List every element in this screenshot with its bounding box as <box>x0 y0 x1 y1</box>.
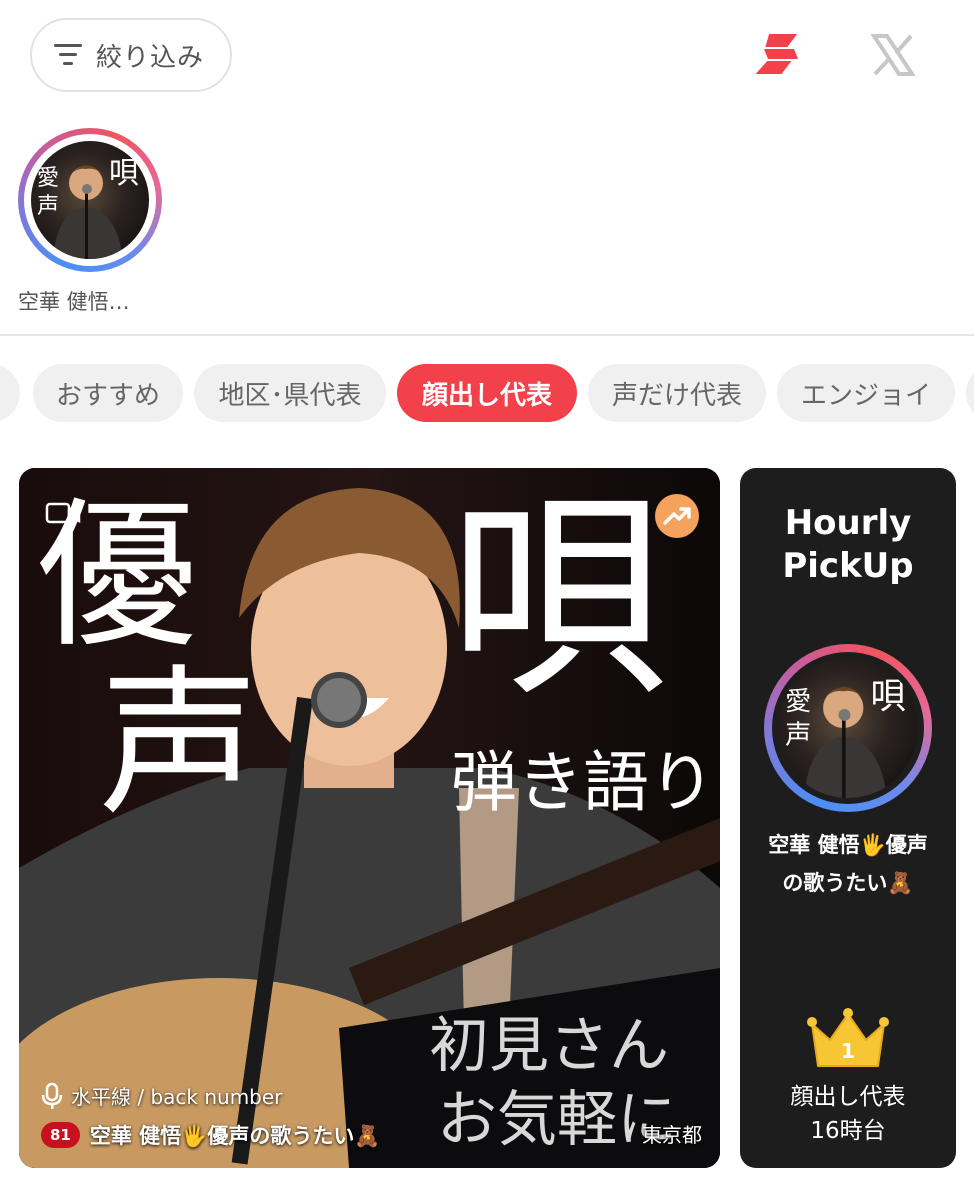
song-row: 水平線 / back number <box>41 1081 704 1110</box>
svg-text:唄: 唄 <box>109 156 139 191</box>
location-label: 東京都 <box>642 1123 702 1147</box>
avatar: 愛 声 唄 <box>778 658 918 798</box>
svg-text:声: 声 <box>37 194 59 219</box>
tab-partial-left[interactable] <box>0 364 20 422</box>
svg-text:愛: 愛 <box>37 166 59 191</box>
hourly-pickup-card[interactable]: Hourly PickUp 愛 声 唄 空華 健悟🖐️優声 の歌うたい🧸 1 顔… <box>740 468 956 1168</box>
filter-lines-icon <box>54 44 82 65</box>
story-item[interactable]: 愛 声 唄 空華 健悟… <box>18 128 164 316</box>
thumb-text-3: 唄 <box>449 470 670 726</box>
thumb-text-2: 声 <box>99 650 260 837</box>
pickup-title: Hourly PickUp <box>740 502 956 588</box>
category-tabs: おすすめ 地区･県代表 顔出し代表 声だけ代表 エンジョイ <box>0 364 974 424</box>
pickup-name-line2: の歌うたい🧸 <box>782 871 914 895</box>
x-logo-icon[interactable] <box>868 30 918 80</box>
filter-button[interactable]: 絞り込み <box>30 18 232 92</box>
rank-category: 顔出し代表 <box>790 1084 906 1110</box>
microphone-icon <box>41 1082 63 1109</box>
tab-recommended[interactable]: おすすめ <box>33 364 183 422</box>
video-camera-icon <box>45 502 81 524</box>
thumb-text-4: 弾き語り <box>451 744 715 821</box>
live-stream-card[interactable]: 優 声 唄 弾き語り 初見さん お気軽に 水平線 / back number 8… <box>19 468 720 1168</box>
stream-info: 水平線 / back number 81 空華 健悟🖐️優声の歌うたい🧸 <box>41 1081 704 1150</box>
pickup-name-line1: 空華 健悟🖐️優声 <box>768 833 928 857</box>
svg-text:愛: 愛 <box>785 687 811 717</box>
rank-time: 16時台 <box>810 1118 886 1144</box>
pickup-rank: 顔出し代表 16時台 <box>740 1080 956 1148</box>
crown-icon: 1 <box>807 1008 889 1067</box>
tab-voice-rep[interactable]: 声だけ代表 <box>588 364 766 422</box>
story-ring: 愛 声 唄 <box>18 128 162 272</box>
tab-enjoy[interactable]: エンジョイ <box>777 364 955 422</box>
crown-rank-number: 1 <box>841 1039 855 1063</box>
divider <box>0 334 974 336</box>
avatar: 愛 声 唄 <box>31 141 149 259</box>
tab-face-rep[interactable]: 顔出し代表 <box>397 364 577 422</box>
thumb-text-5: 初見さん <box>429 1011 669 1081</box>
pickup-streamer-name: 空華 健悟🖐️優声 の歌うたい🧸 <box>748 826 948 902</box>
pickup-title-line2: PickUp <box>782 546 914 586</box>
top-bar: 絞り込み <box>0 0 974 112</box>
streamer-row: 81 空華 健悟🖐️優声の歌うたい🧸 <box>41 1120 704 1150</box>
pickup-avatar-ring[interactable]: 愛 声 唄 <box>764 644 932 812</box>
song-title: 水平線 / back number <box>71 1085 283 1109</box>
svg-text:声: 声 <box>785 720 811 750</box>
s-logo-icon[interactable] <box>754 28 806 80</box>
pickup-title-line1: Hourly <box>784 503 912 543</box>
stream-title: 空華 健悟🖐️優声の歌うたい🧸 <box>89 1124 381 1148</box>
story-name: 空華 健悟… <box>18 290 130 314</box>
tab-region[interactable]: 地区･県代表 <box>194 364 386 422</box>
svg-text:唄: 唄 <box>871 676 907 717</box>
trending-icon <box>655 494 699 538</box>
tab-partial-right[interactable] <box>966 364 974 422</box>
filter-label: 絞り込み <box>96 42 205 73</box>
viewer-count-badge: 81 <box>41 1122 80 1148</box>
